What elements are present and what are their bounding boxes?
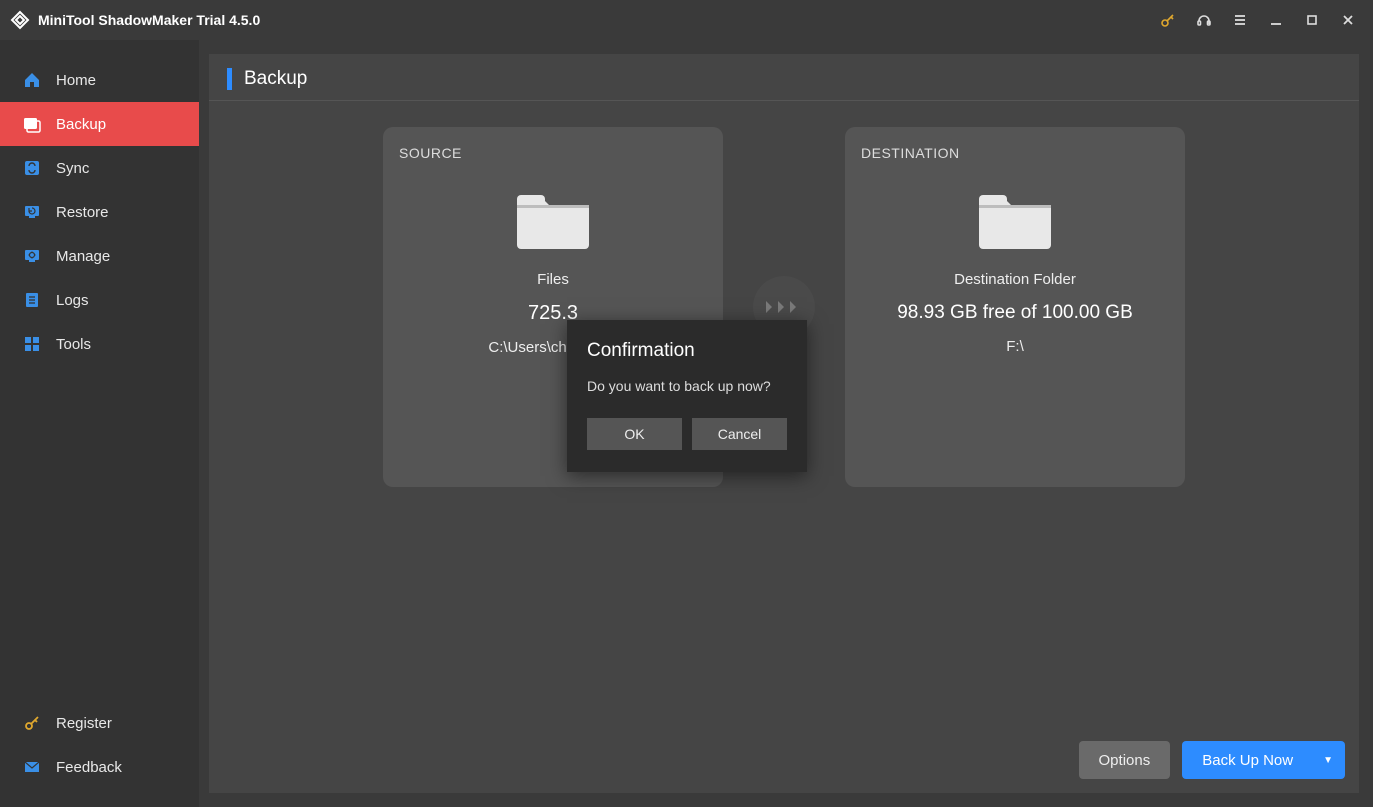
titlebar: MiniTool ShadowMaker Trial 4.5.0 (0, 0, 1373, 40)
ok-button[interactable]: OK (587, 418, 682, 450)
sidebar-item-restore[interactable]: Restore (0, 190, 199, 234)
maximize-icon[interactable] (1303, 11, 1321, 29)
sidebar-item-label: Feedback (56, 759, 122, 776)
sidebar-item-label: Manage (56, 248, 110, 265)
options-button[interactable]: Options (1079, 741, 1171, 779)
accent-bar (227, 68, 232, 90)
sidebar-item-manage[interactable]: Manage (0, 234, 199, 278)
sidebar-item-feedback[interactable]: Feedback (0, 745, 199, 789)
destination-heading: DESTINATION (861, 145, 960, 161)
key-icon (22, 713, 42, 733)
tools-icon (22, 334, 42, 354)
sidebar-item-logs[interactable]: Logs (0, 278, 199, 322)
logs-icon (22, 290, 42, 310)
app-title: MiniTool ShadowMaker Trial 4.5.0 (38, 12, 260, 28)
sidebar: Home Backup Sync Restore Manage (0, 40, 199, 807)
chevron-down-icon: ▼ (1323, 755, 1333, 766)
dialog-message: Do you want to back up now? (587, 378, 787, 394)
source-type: Files (537, 271, 569, 288)
sidebar-item-label: Logs (56, 292, 89, 309)
titlebar-controls (1159, 11, 1363, 29)
sidebar-item-home[interactable]: Home (0, 58, 199, 102)
app-logo-icon (10, 10, 30, 30)
sync-icon (22, 158, 42, 178)
sidebar-item-tools[interactable]: Tools (0, 322, 199, 366)
backup-now-button[interactable]: Back Up Now ▼ (1182, 741, 1345, 779)
sidebar-item-label: Tools (56, 336, 91, 353)
manage-icon (22, 246, 42, 266)
home-icon (22, 70, 42, 90)
sidebar-item-label: Register (56, 715, 112, 732)
sidebar-item-label: Sync (56, 160, 89, 177)
restore-icon (22, 202, 42, 222)
cancel-button[interactable]: Cancel (692, 418, 787, 450)
destination-space: 98.93 GB free of 100.00 GB (897, 302, 1133, 324)
bottom-bar: Options Back Up Now ▼ (1079, 741, 1345, 779)
destination-path: F:\ (1006, 338, 1024, 355)
destination-type: Destination Folder (954, 271, 1076, 288)
sidebar-item-label: Home (56, 72, 96, 89)
dialog-title: Confirmation (587, 340, 787, 362)
sidebar-item-backup[interactable]: Backup (0, 102, 199, 146)
sidebar-item-register[interactable]: Register (0, 701, 199, 745)
sidebar-item-label: Backup (56, 116, 106, 133)
confirmation-dialog: Confirmation Do you want to back up now?… (567, 320, 807, 472)
dialog-buttons: OK Cancel (587, 418, 787, 450)
backup-now-label: Back Up Now (1202, 752, 1293, 769)
sidebar-bottom: Register Feedback (0, 701, 199, 807)
menu-icon[interactable] (1231, 11, 1249, 29)
headset-icon[interactable] (1195, 11, 1213, 29)
close-icon[interactable] (1339, 11, 1357, 29)
backup-icon (22, 114, 42, 134)
mail-icon (22, 757, 42, 777)
sidebar-item-sync[interactable]: Sync (0, 146, 199, 190)
sidebar-item-label: Restore (56, 204, 109, 221)
source-heading: SOURCE (399, 145, 462, 161)
key-icon[interactable] (1159, 11, 1177, 29)
folder-icon (975, 185, 1055, 249)
titlebar-left: MiniTool ShadowMaker Trial 4.5.0 (10, 10, 260, 30)
folder-icon (513, 185, 593, 249)
page-header: Backup (209, 54, 1359, 101)
destination-card[interactable]: DESTINATION Destination Folder 98.93 GB … (845, 127, 1185, 487)
minimize-icon[interactable] (1267, 11, 1285, 29)
page-title: Backup (244, 68, 307, 90)
